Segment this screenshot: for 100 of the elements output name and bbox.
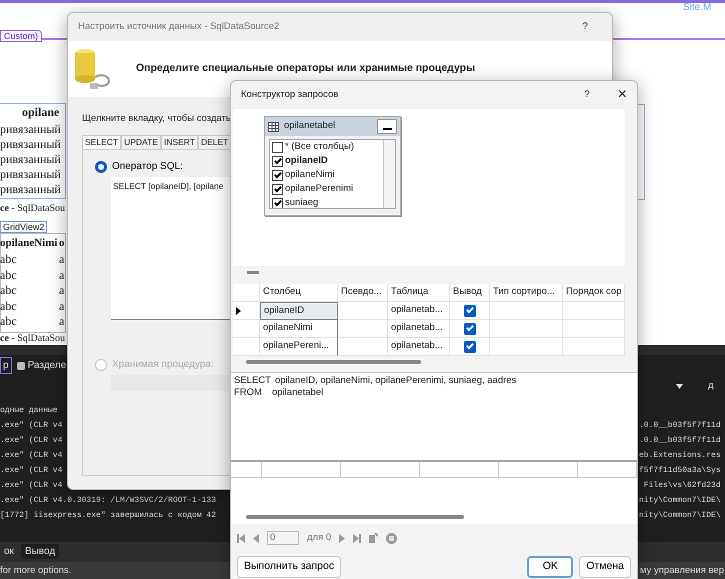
- window-title: Настроить источник данных - SqlDataSource2: [78, 20, 280, 34]
- output-line: .exe" (CLR v4: [0, 480, 62, 492]
- radio-label: Хранимая процедура:: [112, 358, 214, 372]
- grid-cell[interactable]: opilaneID: [260, 302, 338, 320]
- checkbox[interactable]: [272, 184, 283, 194]
- output-line: eb.Extensions.res: [639, 450, 721, 462]
- grid-cell: opilanetab...: [388, 302, 450, 320]
- tab[interactable]: DELET: [198, 135, 232, 150]
- output-line: nity\Common7\IDE\: [639, 510, 721, 522]
- column-name[interactable]: opilaneNimi: [285, 168, 335, 182]
- grid-cell[interactable]: [490, 338, 563, 356]
- sql-keyword: SELECT: [234, 375, 271, 388]
- output-line: .0.0__b03f5f7f11d: [639, 435, 721, 447]
- close-button[interactable]: ×: [618, 84, 627, 106]
- grid-cell: opilanetab...: [388, 338, 450, 356]
- tab[interactable]: INSERT: [160, 135, 198, 150]
- grid-cell: abc: [0, 298, 17, 314]
- column-name[interactable]: opilaneID: [285, 154, 328, 168]
- tab[interactable]: UPDATE: [121, 135, 161, 150]
- grid-cell: ривязанный: [0, 182, 61, 197]
- grid-cell[interactable]: [563, 320, 625, 338]
- output-line: Files\vs\62fd23d: [642, 480, 721, 492]
- grid-cell: opilanetab...: [388, 320, 450, 338]
- grid-cell: a: [59, 268, 64, 282]
- grid-cell[interactable]: [490, 302, 563, 320]
- column-header: opilane: [22, 105, 60, 120]
- output-line: одные данные: [0, 405, 58, 417]
- instruction-text: Щелкните вкладку, чтобы создать: [82, 113, 231, 126]
- first-record-icon[interactable]: [237, 534, 245, 542]
- scrollbar[interactable]: [383, 140, 395, 208]
- panel-tab[interactable]: р: [0, 357, 12, 374]
- grid-cell: abc: [0, 268, 17, 282]
- column-name[interactable]: opilanePerenimi: [285, 182, 354, 196]
- checkbox[interactable]: [464, 322, 476, 334]
- grid-cell[interactable]: [338, 338, 388, 356]
- checkbox[interactable]: [272, 156, 283, 166]
- panel-tab[interactable]: ок: [0, 544, 18, 559]
- grid-cell[interactable]: [338, 302, 388, 320]
- grid-cell: a: [59, 298, 64, 314]
- window-title: Конструктор запросов: [241, 88, 338, 102]
- stop-icon[interactable]: [386, 532, 398, 544]
- checkbox[interactable]: [272, 142, 283, 152]
- scrollbar[interactable]: [246, 515, 464, 519]
- checkbox[interactable]: [272, 198, 283, 208]
- minimize-button[interactable]: [377, 119, 397, 134]
- grid-cell[interactable]: opilaneNimi: [260, 320, 338, 338]
- run-query-button[interactable]: Выполнить запрос: [237, 556, 342, 578]
- grid-cell[interactable]: [233, 284, 260, 302]
- grid-cell[interactable]: opilanePereni...: [260, 338, 338, 356]
- output-line: .exe" (CLR v4: [0, 435, 62, 447]
- column-header[interactable]: Тип сортиро...: [490, 284, 563, 302]
- help-button[interactable]: ?: [582, 20, 588, 34]
- output-line: .exe" (CLR v4: [0, 420, 62, 432]
- dropdown-icon[interactable]: [676, 384, 683, 389]
- record-count: для 0: [307, 532, 332, 544]
- grid-cell: ривязанный: [0, 167, 61, 182]
- panel-caption: д: [708, 380, 714, 392]
- previous-record-icon[interactable]: [253, 534, 259, 542]
- help-button[interactable]: ?: [584, 88, 590, 102]
- output-line: .exe" (CLR v4: [0, 450, 62, 462]
- sql-text: opilanetabel: [272, 387, 324, 400]
- output-line: .exe" (CLR v4.0.30319: /LM/W3SVC/2/ROOT-1-133: [0, 495, 216, 507]
- scrollbar[interactable]: [246, 360, 421, 364]
- last-record-icon[interactable]: [353, 534, 362, 542]
- radio-button[interactable]: [95, 160, 107, 173]
- checkbox[interactable]: [464, 304, 476, 316]
- next-record-icon[interactable]: [339, 534, 346, 542]
- column-header[interactable]: Таблица: [388, 284, 450, 302]
- grid-cell: abc: [0, 314, 17, 329]
- new-record-icon[interactable]: [369, 533, 378, 543]
- panel-tab[interactable]: Вывод: [20, 544, 60, 559]
- database-icon: [72, 47, 112, 91]
- column-header[interactable]: Псевдо...: [338, 284, 388, 302]
- column-name[interactable]: * (Все столбцы): [285, 140, 354, 154]
- splitter-handle[interactable]: [247, 271, 259, 274]
- status-text: му управления вер: [640, 565, 724, 578]
- table-icon: [268, 122, 279, 132]
- grid-cell: ривязанный: [0, 122, 61, 137]
- panel-tab[interactable]: Разделе: [14, 357, 70, 374]
- column-header: opilaneNimi: [0, 236, 58, 251]
- tab[interactable]: SELECT: [82, 135, 122, 150]
- output-line: nity\Common7\IDE\: [639, 495, 721, 507]
- checkbox[interactable]: [272, 170, 283, 180]
- grid-cell[interactable]: [563, 338, 625, 356]
- control-tab[interactable]: GridView2: [0, 221, 48, 233]
- column-header[interactable]: Порядок сор: [563, 284, 625, 302]
- grid-cell: a: [59, 283, 64, 298]
- position-field[interactable]: 0: [267, 530, 299, 546]
- status-text: for more options.: [0, 565, 72, 578]
- design-tab[interactable]: Custom): [0, 30, 42, 42]
- column-header[interactable]: Вывод: [450, 284, 490, 302]
- grid-cell[interactable]: [338, 320, 388, 338]
- ok-button[interactable]: OK: [527, 556, 574, 578]
- grid-cell[interactable]: [490, 320, 563, 338]
- output-line: [1772] iisexpress.exe" завершилась с кодом 42: [0, 510, 216, 522]
- column-name[interactable]: suniaeg: [285, 196, 318, 208]
- checkbox[interactable]: [464, 340, 476, 352]
- grid-cell[interactable]: [563, 302, 625, 320]
- cancel-button[interactable]: Отмена: [579, 556, 631, 578]
- table-name: opilanetabel: [284, 120, 336, 133]
